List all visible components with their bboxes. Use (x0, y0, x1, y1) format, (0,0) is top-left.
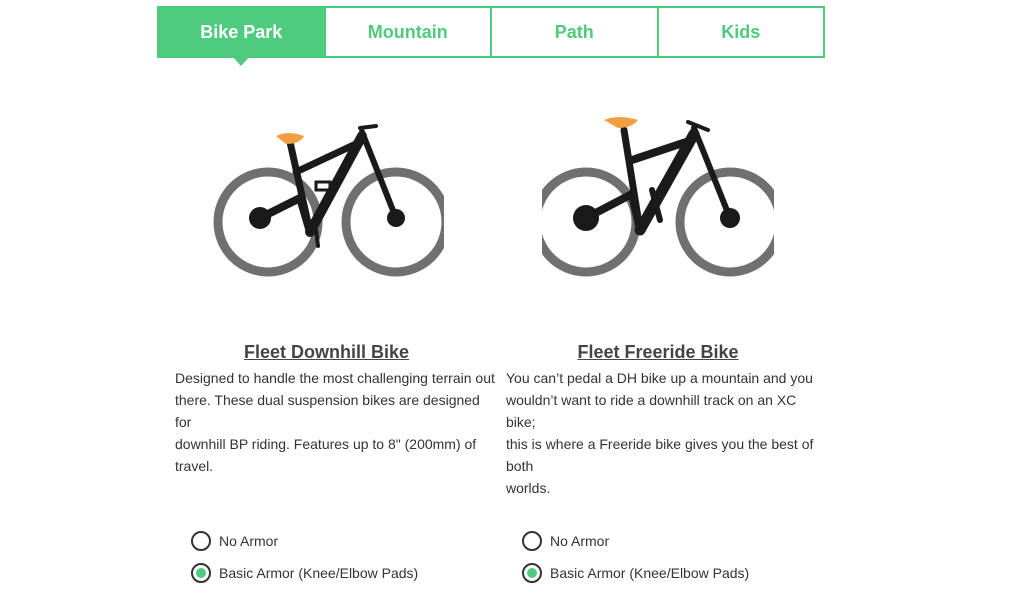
bike-description-downhill: Designed to handle the most challenging … (175, 367, 495, 477)
tab-mountain[interactable]: Mountain (325, 6, 492, 58)
active-tab-caret (232, 56, 251, 66)
bike-title-freeride[interactable]: Fleet Freeride Bike (506, 342, 810, 363)
bike-description-freeride: You can’t pedal a DH bike up a mountain … (506, 367, 826, 499)
category-tabs: Bike Park Mountain Path Kids (157, 6, 825, 66)
tab-label: Bike Park (200, 21, 283, 42)
downhill-bike-image[interactable] (212, 110, 444, 280)
radio-button[interactable] (191, 531, 211, 551)
basic-armor-option-downhill[interactable]: Basic Armor (Knee/Elbow Pads) (191, 563, 418, 583)
radio-label: Basic Armor (Knee/Elbow Pads) (219, 565, 419, 581)
description-line: Designed to handle the most challenging … (175, 370, 495, 386)
basic-armor-option-freeride[interactable]: Basic Armor (Knee/Elbow Pads) (522, 563, 749, 583)
bike-title-downhill[interactable]: Fleet Downhill Bike (175, 342, 478, 363)
radio-button[interactable] (522, 531, 542, 551)
description-line: this is where a Freeride bike gives you … (506, 436, 814, 474)
description-line: there. These dual suspension bikes are d… (175, 392, 480, 430)
description-line: You can’t pedal a DH bike up a mountain … (506, 370, 813, 386)
description-line: downhill BP riding. Features up to 8" (2… (175, 436, 477, 474)
tab-kids[interactable]: Kids (658, 6, 825, 58)
tab-label: Kids (721, 21, 761, 42)
radio-label: Basic Armor (Knee/Elbow Pads) (550, 565, 750, 581)
tab-bike-park[interactable]: Bike Park (157, 6, 326, 66)
description-line: worlds. (506, 480, 551, 496)
tab-label: Mountain (367, 21, 448, 42)
radio-label: No Armor (550, 533, 610, 549)
radio-button-checked[interactable] (191, 563, 211, 583)
tab-path[interactable]: Path (492, 6, 659, 58)
freeride-bike-image[interactable] (542, 110, 774, 280)
radio-label: No Armor (219, 533, 279, 549)
description-line: wouldn’t want to ride a downhill track o… (506, 392, 797, 430)
no-armor-option-downhill[interactable]: No Armor (191, 531, 278, 551)
radio-button-checked[interactable] (522, 563, 542, 583)
no-armor-option-freeride[interactable]: No Armor (522, 531, 609, 551)
tab-label: Path (554, 21, 594, 42)
